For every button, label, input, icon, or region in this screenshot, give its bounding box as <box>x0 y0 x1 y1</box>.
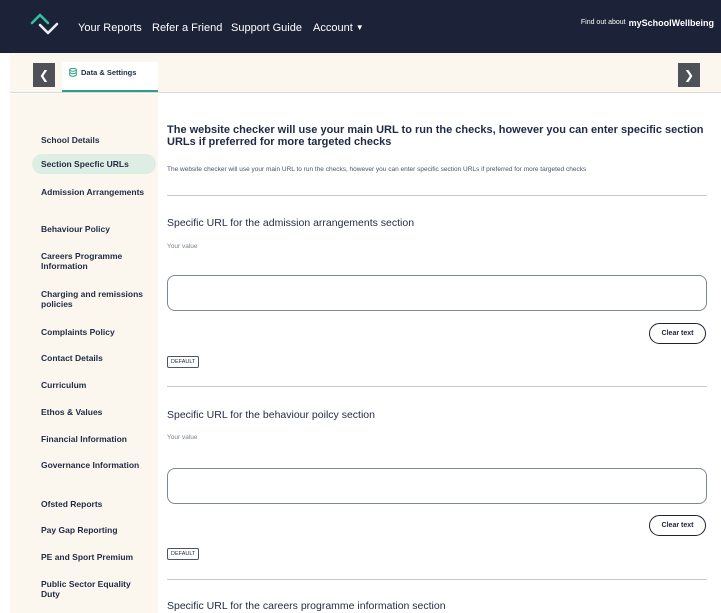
chevron-left-icon[interactable]: ❮ <box>33 63 55 87</box>
section-tab-bar: ❮ Data & Settings ❯ <box>10 53 721 93</box>
tab-label: Data & Settings <box>81 68 137 77</box>
sidebar-item-label: Governance Information <box>41 460 140 470</box>
nav-link-your-reports[interactable]: Your Reports <box>78 22 142 34</box>
nav-link-support-guide[interactable]: Support Guide <box>231 22 302 34</box>
divider <box>167 386 707 387</box>
sidebar-item-label: PE and Sport Premium <box>41 552 134 562</box>
sidebar-item-label: Behaviour Policy <box>41 224 110 234</box>
field-hint: Your value <box>167 434 198 441</box>
main-content: The website checker will use your main U… <box>167 94 721 613</box>
field-hint: Your value <box>167 243 198 250</box>
sidebar-item-label: Careers Programme Information <box>41 251 123 271</box>
chevron-right-icon[interactable]: ❯ <box>678 63 700 87</box>
account-label: Account <box>313 22 353 34</box>
default-badge[interactable]: DEFAULT <box>167 356 200 368</box>
chevron-down-icon: ▼ <box>355 23 364 32</box>
sidebar-item-label: Curriculum <box>41 380 87 390</box>
sidebar-item-label: Pay Gap Reporting <box>41 525 118 535</box>
divider <box>167 579 707 580</box>
nav-link-account[interactable]: Account ▼ <box>313 22 364 34</box>
clear-text-button[interactable]: Clear text <box>649 515 706 536</box>
sidebar-item-label: Section Specfic URLs <box>41 159 129 169</box>
behaviour-url-input[interactable] <box>167 468 707 504</box>
sidebar-item-label: School Details <box>41 135 100 145</box>
sidebar-item-label: Financial Information <box>41 434 127 444</box>
settings-sidebar: School Details Section Specfic URLs Admi… <box>10 94 158 613</box>
admission-url-input[interactable] <box>167 275 707 311</box>
sidebar-item-label: Ofsted Reports <box>41 499 103 509</box>
field-title-careers-url: Specific URL for the careers programme i… <box>167 600 446 612</box>
sidebar-item-label: Contact Details <box>41 353 103 363</box>
page-description: The website checker will use your main U… <box>167 166 587 173</box>
clear-text-button[interactable]: Clear text <box>649 323 706 344</box>
tab-data-settings[interactable]: Data & Settings <box>62 62 158 92</box>
promo-text: Find out about <box>580 19 626 26</box>
default-badge[interactable]: DEFAULT <box>167 548 200 560</box>
field-title-behaviour-url: Specific URL for the behaviour poilcy se… <box>167 409 375 421</box>
sidebar-item-label: Charging and remissions policies <box>41 289 144 309</box>
field-title-admission-url: Specific URL for the admission arrangeme… <box>167 217 415 229</box>
sidebar-item-section-specific-urls[interactable]: Section Specfic URLs <box>32 154 156 174</box>
wellbeing-promo-link[interactable]: Find out about mySchoolWellbeing <box>581 13 714 31</box>
sidebar-item-label: Complaints Policy <box>41 327 115 337</box>
nav-link-refer-a-friend[interactable]: Refer a Friend <box>152 22 222 34</box>
database-icon <box>69 68 77 77</box>
sidebar-item-label: Public Sector Equality Duty <box>41 579 131 599</box>
page-title: The website checker will use your main U… <box>167 124 704 148</box>
sidebar-item-label: Ethos & Values <box>41 407 103 417</box>
divider <box>167 195 707 196</box>
sidebar-item-label: Admission Arrangements <box>41 187 145 197</box>
top-navigation-bar: Your Reports Refer a Friend Support Guid… <box>0 0 721 53</box>
chevron-wave-logo-icon[interactable] <box>30 12 60 36</box>
promo-brand-logo: mySchoolWellbeing <box>628 18 714 28</box>
